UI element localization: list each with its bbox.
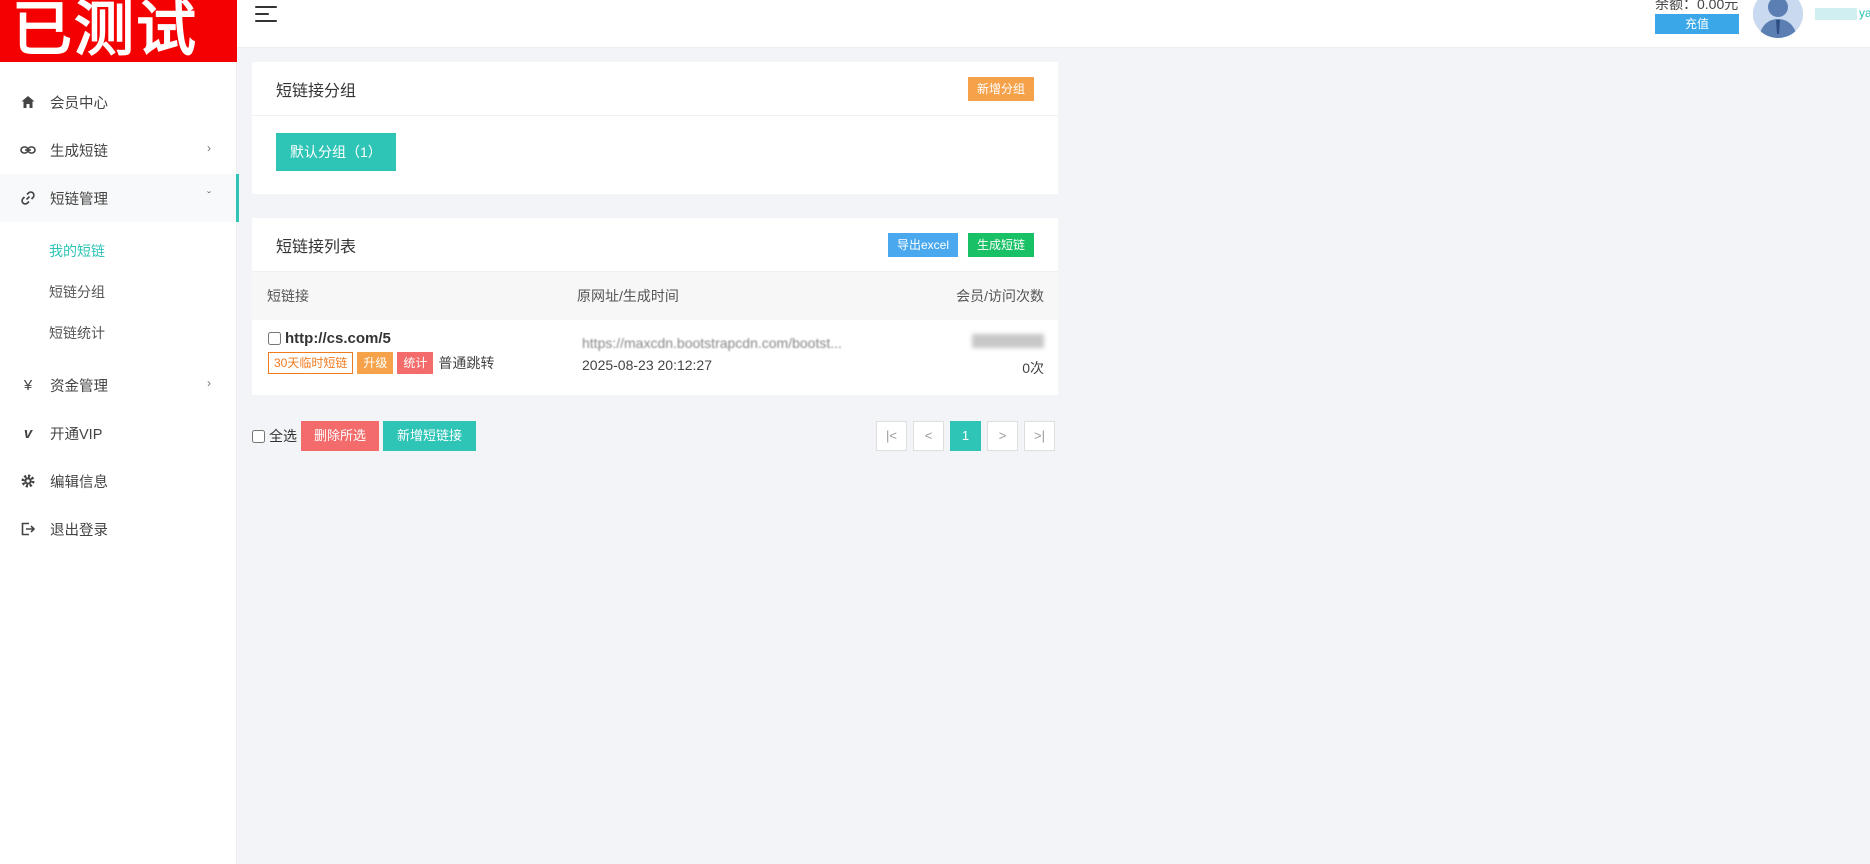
sidebar-item-label: 资金管理 (50, 378, 108, 395)
sidebar-subitem-my-links[interactable]: 我的短链 (0, 230, 237, 271)
sidebar-item-vip[interactable]: v 开通VIP (0, 409, 237, 457)
sidebar-subitem-link-stats[interactable]: 短链统计 (0, 312, 237, 353)
link-groups-panel: 短链接分组 新增分组 默认分组（1） (252, 62, 1058, 194)
add-group-button[interactable]: 新增分组 (967, 77, 1034, 101)
pagination: |< < 1 > >| (876, 421, 1055, 451)
link-list-panel: 短链接列表 导出excel 生成短链 短链接 原网址/生成时间 会员/访问次数 … (252, 218, 1058, 395)
gear-icon (20, 473, 36, 489)
original-url[interactable]: https://maxcdn.bootstrapcdn.com/bootst..… (582, 335, 892, 351)
panel-actions: 新增分组 (967, 77, 1034, 101)
original-url-cell: https://maxcdn.bootstrapcdn.com/bootst..… (582, 335, 902, 373)
menu-toggle-icon[interactable] (255, 6, 277, 24)
first-page-button[interactable]: |< (876, 421, 907, 451)
column-header-short-link: 短链接 (267, 288, 309, 304)
home-icon (20, 94, 36, 110)
panel-title: 短链接分组 (276, 82, 357, 100)
sidebar-item-label: 短链管理 (50, 191, 108, 208)
table-row: http://cs.com/5 30天临时短链 升级 统计 普通跳转 https… (252, 320, 1058, 395)
select-all-checkbox[interactable] (252, 429, 265, 443)
select-all[interactable]: 全选 (252, 426, 297, 446)
panel-header: 短链接列表 导出excel 生成短链 (252, 218, 1058, 272)
chevron-down-icon: ˇ (207, 189, 211, 203)
chevron-right-icon: › (207, 376, 211, 390)
add-short-link-button[interactable]: 新增短链接 (383, 421, 477, 451)
stats-button[interactable]: 统计 (397, 352, 434, 374)
recharge-button[interactable]: 充值 (1655, 14, 1739, 34)
chevron-right-icon: › (207, 141, 211, 155)
sidebar-item-label: 退出登录 (50, 522, 108, 539)
next-page-button[interactable]: > (987, 421, 1018, 451)
logout-icon (20, 521, 36, 537)
short-link-cell: http://cs.com/5 30天临时短链 升级 统计 普通跳转 (268, 330, 494, 374)
vimeo-icon: v (23, 424, 33, 442)
chain-icon (20, 190, 36, 206)
created-time: 2025-08-23 20:12:27 (582, 357, 712, 373)
sidebar-item-label: 会员中心 (50, 95, 108, 112)
table-header: 短链接 原网址/生成时间 会员/访问次数 (252, 272, 1058, 320)
balance-label: 余额：0.00元 (1655, 0, 1739, 12)
sidebar-item-label: 开通VIP (50, 426, 103, 443)
visit-count: 0次 (1022, 360, 1044, 376)
submenu-link-management: 我的短链 短链分组 短链统计 (0, 222, 237, 361)
generate-link-button[interactable]: 生成短链 (967, 233, 1034, 257)
link-tags: 30天临时短链 升级 统计 普通跳转 (268, 352, 494, 374)
member-name-redacted (972, 334, 1044, 348)
default-group-button[interactable]: 默认分组（1） (276, 133, 396, 171)
username[interactable]: ya (1815, 6, 1870, 20)
sidebar-item-funds[interactable]: ¥ 资金管理 › (0, 361, 237, 409)
panel-title: 短链接列表 (276, 238, 357, 256)
sidebar-item-label: 编辑信息 (50, 474, 108, 491)
sidebar-item-label: 生成短链 (50, 143, 108, 160)
logo-text: 已测试 (12, 0, 198, 62)
row-checkbox[interactable] (268, 332, 281, 345)
page-1-button[interactable]: 1 (950, 421, 981, 451)
avatar[interactable] (1753, 0, 1803, 38)
sidebar-item-logout[interactable]: 退出登录 (0, 505, 237, 553)
sidebar-item-link-management[interactable]: 短链管理 ˇ (0, 174, 239, 222)
sidebar-subitem-link-groups[interactable]: 短链分组 (0, 271, 237, 312)
sidebar: 已测试 会员中心 生成短链 › 短链管理 ˇ 我的短链 短链分组 短链统计 ¥ … (0, 0, 239, 864)
short-url[interactable]: http://cs.com/5 (285, 330, 391, 347)
column-header-member-visits: 会员/访问次数 (956, 288, 1044, 304)
sidebar-item-edit-info[interactable]: 编辑信息 (0, 457, 237, 505)
link-icon (20, 142, 36, 158)
site-logo[interactable]: 已测试 (0, 0, 237, 62)
sidebar-item-member-center[interactable]: 会员中心 (0, 78, 237, 126)
member-visits-cell: 0次 (972, 334, 1044, 378)
delete-selected-button[interactable]: 删除所选 (301, 421, 380, 451)
topbar: 余额：0.00元 充值 ya (237, 0, 1870, 48)
upgrade-button[interactable]: 升级 (357, 352, 394, 374)
sidebar-nav: 会员中心 生成短链 › 短链管理 ˇ 我的短链 短链分组 短链统计 ¥ 资金管理… (0, 78, 239, 553)
prev-page-button[interactable]: < (913, 421, 944, 451)
export-excel-button[interactable]: 导出excel (887, 233, 958, 257)
last-page-button[interactable]: >| (1024, 421, 1055, 451)
temp-link-badge: 30天临时短链 (268, 352, 354, 374)
panel-header: 短链接分组 新增分组 (252, 62, 1058, 116)
sidebar-item-generate-link[interactable]: 生成短链 › (0, 126, 237, 174)
column-header-original-url: 原网址/生成时间 (577, 288, 679, 304)
redirect-type: 普通跳转 (438, 355, 495, 371)
short-link-line: http://cs.com/5 (268, 330, 494, 347)
panel-actions: 导出excel 生成短链 (887, 233, 1034, 257)
list-footer: 全选 删除所选 新增短链接 |< < 1 > >| (252, 420, 1058, 452)
yen-icon: ¥ (23, 376, 33, 394)
select-all-label: 全选 (269, 428, 297, 444)
